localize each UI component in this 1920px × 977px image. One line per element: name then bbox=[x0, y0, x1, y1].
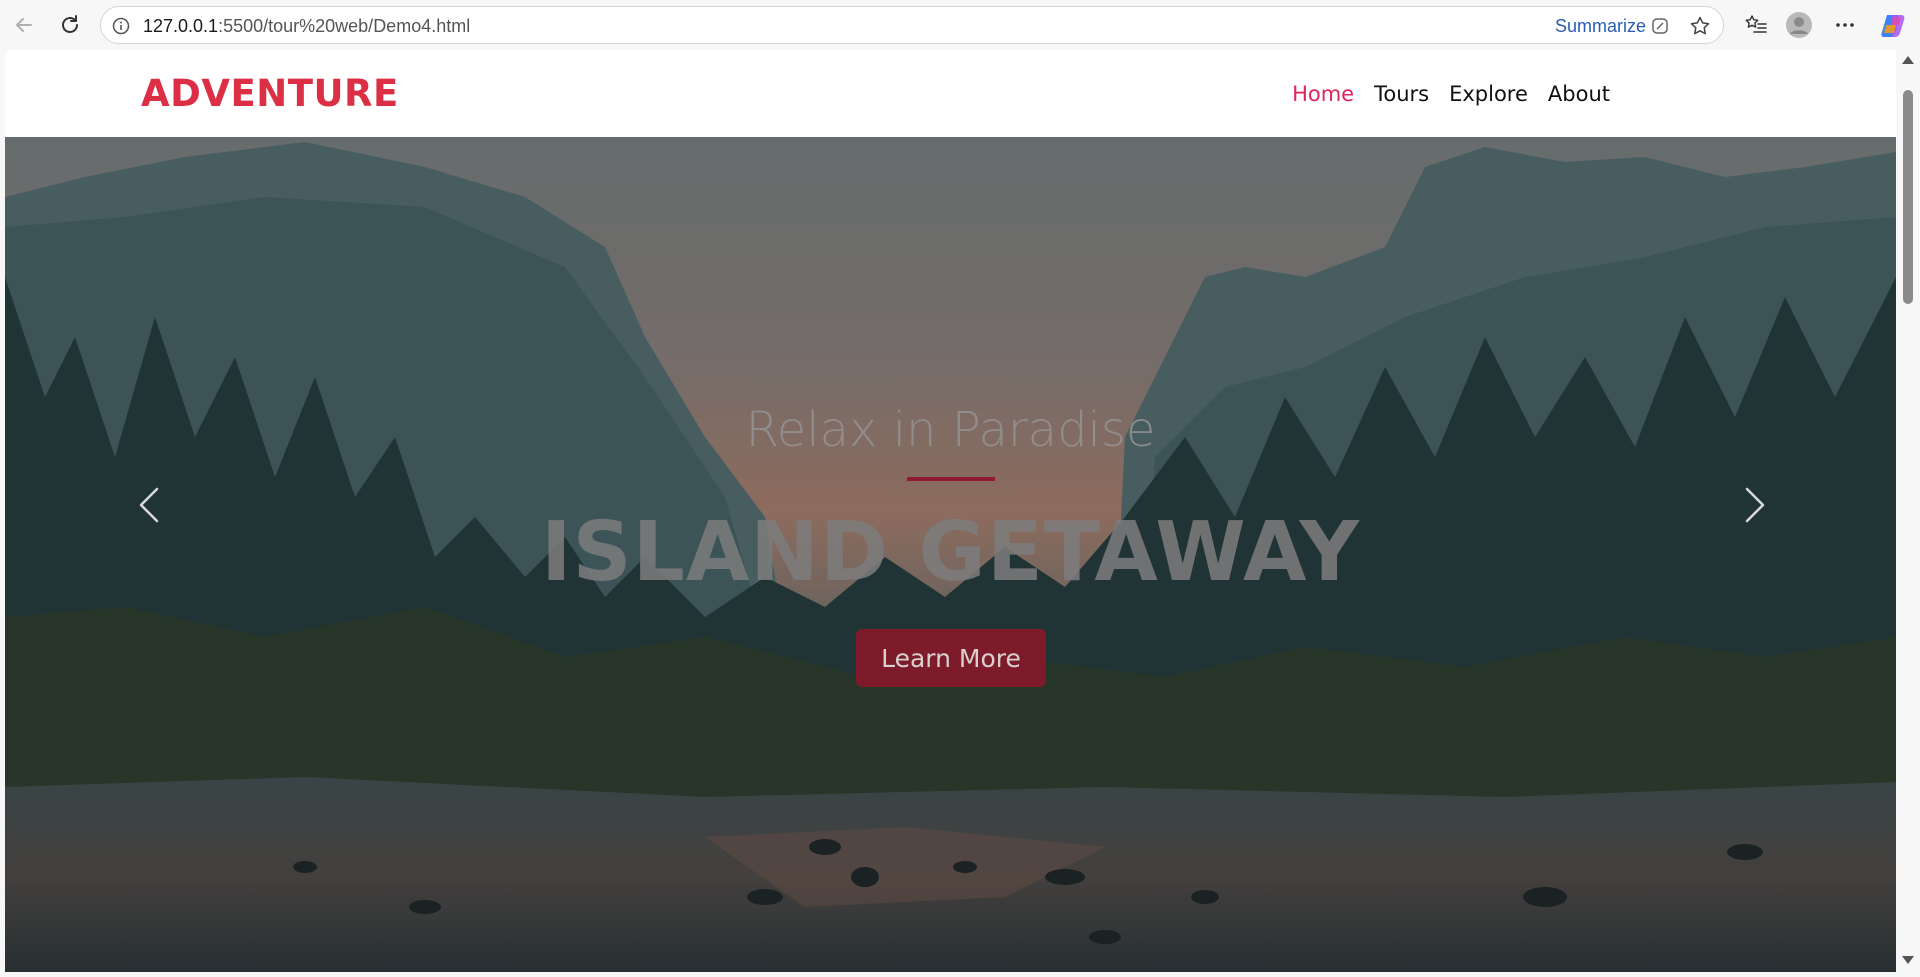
scrollbar-thumb[interactable] bbox=[1903, 90, 1913, 304]
reload-icon bbox=[62, 15, 78, 33]
url-path: :5500/tour%20web/Demo4.html bbox=[218, 16, 471, 36]
main-nav: Home Tours Explore About bbox=[1292, 82, 1610, 106]
site-header: ADVENTURE Home Tours Explore About bbox=[5, 50, 1896, 137]
nav-link-about[interactable]: About bbox=[1548, 82, 1610, 106]
page-viewport: ADVENTURE Home Tours Explore About Relax… bbox=[5, 50, 1896, 972]
nav-link-tours[interactable]: Tours bbox=[1374, 82, 1429, 106]
favorites-list-icon[interactable] bbox=[1741, 10, 1771, 40]
copilot-page-icon[interactable] bbox=[1649, 15, 1671, 37]
scroll-up-arrow-icon[interactable] bbox=[1902, 56, 1914, 64]
hero-divider bbox=[907, 477, 995, 481]
hero-subtitle: Relax in Paradise bbox=[745, 402, 1156, 458]
site-info-icon[interactable] bbox=[111, 16, 131, 36]
more-options-icon[interactable] bbox=[1830, 10, 1860, 40]
copilot-icon[interactable] bbox=[1878, 10, 1908, 40]
url-host: 127.0.0.1 bbox=[143, 16, 219, 36]
back-arrow-icon bbox=[16, 18, 32, 32]
profile-avatar-icon[interactable] bbox=[1784, 10, 1814, 40]
hero-title: ISLAND GETAWAY bbox=[541, 505, 1360, 600]
url-text[interactable]: 127.0.0.1:5500/tour%20web/Demo4.html bbox=[143, 16, 470, 37]
address-bar[interactable]: 127.0.0.1:5500/tour%20web/Demo4.html Sum… bbox=[100, 6, 1724, 44]
nav-link-home[interactable]: Home bbox=[1292, 82, 1354, 106]
page-scrollbar[interactable] bbox=[1896, 50, 1920, 972]
scroll-down-arrow-icon[interactable] bbox=[1902, 956, 1914, 964]
nav-link-explore[interactable]: Explore bbox=[1449, 82, 1528, 106]
browser-toolbar: 127.0.0.1:5500/tour%20web/Demo4.html Sum… bbox=[0, 0, 1920, 50]
site-logo[interactable]: ADVENTURE bbox=[141, 72, 399, 115]
reload-button[interactable] bbox=[56, 11, 84, 39]
hero-carousel: Relax in Paradise ISLAND GETAWAY Learn M… bbox=[5, 137, 1896, 972]
learn-more-button[interactable]: Learn More bbox=[856, 629, 1046, 687]
back-button[interactable] bbox=[10, 11, 38, 39]
summarize-button[interactable]: Summarize bbox=[1555, 16, 1646, 37]
star-icon[interactable] bbox=[1689, 15, 1711, 37]
